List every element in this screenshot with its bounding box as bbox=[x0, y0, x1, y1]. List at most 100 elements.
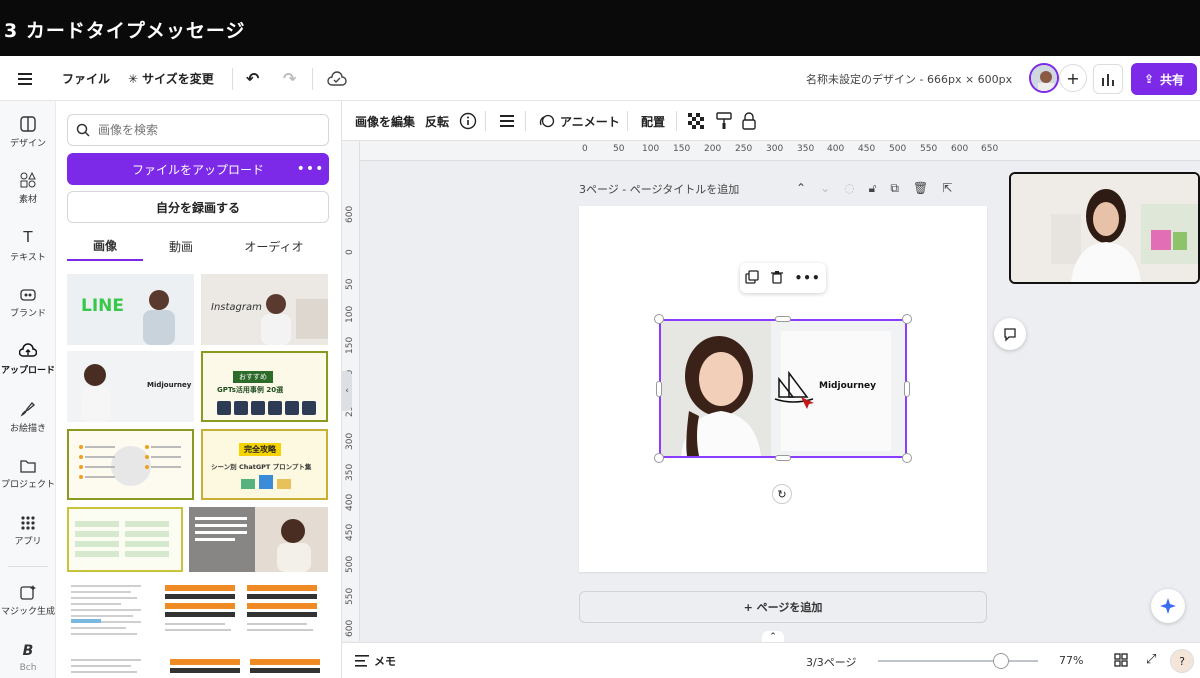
insights-icon[interactable] bbox=[1093, 64, 1123, 94]
document-title[interactable]: 名称未設定のデザイン - 666px × 600px bbox=[806, 56, 1012, 101]
position-button[interactable]: 配置 bbox=[641, 101, 665, 141]
edit-image-button[interactable]: 画像を編集 bbox=[355, 101, 415, 141]
thumb-checklist[interactable] bbox=[67, 429, 194, 500]
tab-audio[interactable]: オーディオ bbox=[226, 231, 322, 261]
resize-handle-s[interactable] bbox=[775, 455, 791, 461]
magic-assistant-icon[interactable] bbox=[1151, 589, 1185, 623]
delete-icon[interactable] bbox=[770, 270, 784, 287]
file-menu[interactable]: ファイル bbox=[62, 56, 110, 101]
menu-icon[interactable] bbox=[18, 56, 32, 101]
folder-icon bbox=[20, 459, 36, 473]
zoom-level[interactable]: 77% bbox=[1059, 654, 1083, 667]
animate-button[interactable]: アニメート bbox=[539, 101, 620, 141]
rotate-icon[interactable]: ↻ bbox=[772, 484, 792, 504]
selected-image[interactable]: Midjourney bbox=[659, 319, 907, 458]
rail-item-brand[interactable]: ブランド bbox=[0, 275, 56, 329]
resize-handle-n[interactable] bbox=[775, 316, 791, 322]
record-yourself-button[interactable]: 自分を録画する bbox=[67, 191, 329, 223]
cloud-save-icon[interactable] bbox=[327, 56, 347, 101]
resize-handle-w[interactable] bbox=[656, 381, 662, 397]
delete-page-icon[interactable]: 🗑︎ bbox=[913, 181, 928, 196]
thumb-midjourney[interactable]: Midjourney bbox=[67, 351, 194, 422]
add-page-button[interactable]: + ページを追加 bbox=[579, 591, 987, 623]
duplicate-icon[interactable] bbox=[745, 269, 759, 287]
rail-item-text[interactable]: T テキスト bbox=[0, 218, 56, 272]
lock-icon[interactable] bbox=[742, 101, 756, 141]
thumb-instagram[interactable]: Instagram bbox=[201, 274, 328, 345]
tab-videos[interactable]: 動画 bbox=[146, 231, 216, 261]
rail-item-draw[interactable]: お絵描き bbox=[0, 390, 56, 444]
notes-button[interactable]: メモ bbox=[355, 653, 396, 669]
webcam-overlay bbox=[1009, 172, 1200, 284]
lock-page-icon[interactable]: 🔓︎ bbox=[869, 181, 877, 196]
resize-handle-sw[interactable] bbox=[654, 453, 664, 463]
add-page-icon[interactable]: ⇱ bbox=[942, 181, 952, 196]
rail-item-upload[interactable]: アップロード bbox=[0, 332, 56, 386]
undo-icon[interactable]: ↶ bbox=[246, 56, 259, 101]
thumb-line[interactable]: LINE bbox=[67, 274, 194, 345]
rail-item-magic[interactable]: マジック生成 bbox=[0, 573, 56, 627]
upload-files-button[interactable]: ファイルをアップロード bbox=[67, 153, 329, 185]
show-pages-chevron-icon[interactable]: ⌃ bbox=[762, 631, 784, 642]
apps-icon bbox=[21, 515, 35, 530]
resize-handle-e[interactable] bbox=[904, 381, 910, 397]
resize-handle-se[interactable] bbox=[902, 453, 912, 463]
copy-style-icon[interactable] bbox=[716, 101, 732, 141]
thumb-gpts[interactable]: おすすめ GPTs活用事例 20選 bbox=[201, 351, 328, 422]
thumb-woman-blog[interactable] bbox=[189, 507, 328, 572]
flip-button[interactable]: 反転 bbox=[425, 101, 449, 141]
thumb-doc-3[interactable] bbox=[243, 579, 321, 645]
collapse-panel-handle[interactable]: ‹ bbox=[342, 371, 352, 411]
context-toolbar: 画像を編集 反転 アニメート 配置 bbox=[342, 101, 1200, 141]
search-icon bbox=[76, 123, 90, 137]
thumb-doc-5[interactable] bbox=[166, 653, 326, 678]
tab-images[interactable]: 画像 bbox=[67, 231, 143, 261]
add-comment-icon[interactable] bbox=[994, 318, 1026, 350]
chevron-up-icon[interactable]: ⌃ bbox=[796, 181, 806, 196]
border-style-icon[interactable] bbox=[500, 101, 514, 141]
search-input[interactable] bbox=[98, 123, 298, 137]
share-button[interactable]: ⇪ 共有 bbox=[1131, 63, 1197, 95]
thumb-doc-2[interactable] bbox=[161, 579, 239, 645]
magic-icon bbox=[20, 584, 36, 600]
redo-icon[interactable]: ↷ bbox=[283, 56, 296, 101]
page-count[interactable]: 3/3ページ bbox=[806, 654, 856, 670]
thumb-doc-1[interactable] bbox=[67, 579, 149, 645]
rail-item-apps[interactable]: アプリ bbox=[0, 504, 56, 558]
hide-icon[interactable]: ◌ bbox=[844, 181, 854, 196]
more-icon[interactable]: ••• bbox=[292, 153, 329, 185]
zoom-slider[interactable] bbox=[878, 653, 1038, 669]
add-collaborator-icon[interactable]: + bbox=[1059, 64, 1087, 92]
divider bbox=[232, 68, 233, 90]
video-title-bar: 3 カードタイプメッセージ bbox=[0, 0, 1200, 56]
avatar[interactable] bbox=[1029, 63, 1059, 93]
resize-handle-ne[interactable] bbox=[902, 314, 912, 324]
page-title[interactable]: 3ページ - ページタイトルを追加 bbox=[579, 181, 739, 197]
thumb-doc-4[interactable] bbox=[67, 653, 157, 678]
thumb-table[interactable] bbox=[67, 507, 183, 572]
resize-handle-nw[interactable] bbox=[654, 314, 664, 324]
zoom-slider-thumb[interactable] bbox=[993, 653, 1010, 669]
rail-item-bch[interactable]: B Bch bbox=[0, 631, 56, 678]
thumb-chatgpt-prompts[interactable]: 完全攻略 シーン別 ChatGPT プロンプト集 bbox=[201, 429, 328, 500]
more-options-icon[interactable]: ••• bbox=[795, 271, 821, 285]
transparency-icon[interactable] bbox=[688, 101, 704, 141]
animate-icon bbox=[539, 114, 555, 128]
divider bbox=[485, 111, 486, 131]
share-icon: ⇪ bbox=[1143, 72, 1155, 86]
resize-label: サイズを変更 bbox=[142, 72, 214, 86]
rail-item-design[interactable]: デザイン bbox=[0, 105, 56, 159]
rail-item-elements[interactable]: 素材 bbox=[0, 161, 56, 215]
chevron-down-icon[interactable]: ⌄ bbox=[820, 181, 830, 196]
grid-view-icon[interactable] bbox=[1114, 653, 1128, 670]
help-icon[interactable]: ? bbox=[1170, 649, 1194, 673]
resize-button[interactable]: ✳ サイズを変更 bbox=[128, 56, 214, 101]
rail-item-projects[interactable]: プロジェクト bbox=[0, 447, 56, 501]
fullscreen-icon[interactable]: ⤢ bbox=[1146, 652, 1156, 667]
image-search[interactable] bbox=[67, 114, 329, 146]
notes-icon bbox=[355, 655, 369, 667]
info-icon[interactable] bbox=[459, 101, 477, 141]
video-title: 3 カードタイプメッセージ bbox=[4, 20, 246, 42]
duplicate-page-icon[interactable]: ⧉ bbox=[890, 181, 899, 196]
element-floating-toolbar: ••• bbox=[740, 263, 826, 293]
